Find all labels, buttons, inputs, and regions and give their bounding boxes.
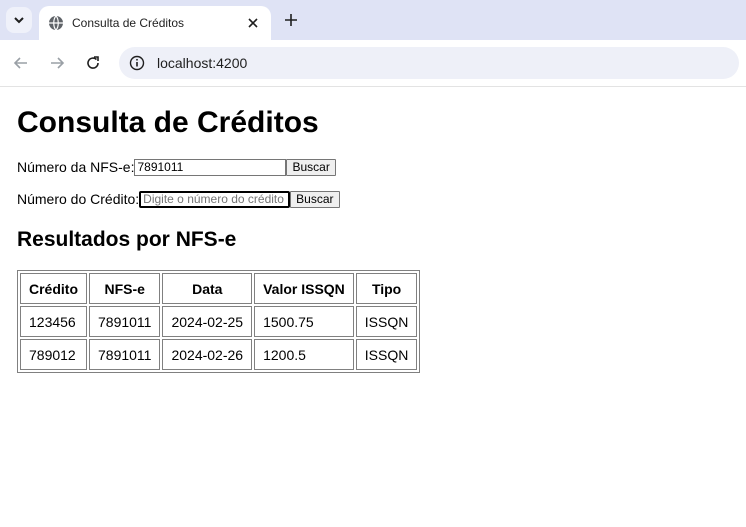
page-title: Consulta de Créditos — [17, 106, 319, 139]
browser-tab[interactable]: Consulta de Créditos — [39, 6, 271, 40]
results-table: Crédito NFS-e Data Valor ISSQN Tipo 1234… — [17, 270, 421, 373]
page-content: Consulta de Créditos Número da NFS-e: Bu… — [0, 106, 746, 373]
nfse-input[interactable] — [134, 158, 287, 176]
credito-search-row: Número do Crédito: Buscar — [17, 189, 729, 209]
plus-icon — [285, 14, 297, 26]
credito-search-button[interactable]: Buscar — [290, 190, 340, 208]
credito-input[interactable] — [139, 190, 291, 208]
chevron-down-icon — [14, 17, 24, 24]
tab-title: Consulta de Créditos — [72, 16, 185, 30]
address-bar[interactable]: localhost:4200 — [119, 47, 739, 79]
tab-strip: Consulta de Créditos — [0, 0, 746, 40]
header-credito: Crédito — [20, 273, 87, 304]
tab-search-button[interactable] — [6, 7, 32, 33]
forward-button[interactable] — [43, 49, 71, 77]
new-tab-button[interactable] — [281, 10, 301, 30]
nfse-search-row: Número da NFS-e: Buscar — [17, 157, 729, 177]
cell-credito: 123456 — [20, 306, 87, 337]
reload-icon — [87, 56, 99, 69]
back-button[interactable] — [7, 49, 35, 77]
cell-tipo: ISSQN — [355, 339, 418, 370]
credito-label: Número do Crédito: — [17, 191, 140, 207]
cell-nfse: 7891011 — [89, 306, 161, 337]
table-header-row: Crédito NFS-e Data Valor ISSQN Tipo — [20, 273, 418, 304]
results-title: Resultados por NFS-e — [17, 228, 237, 251]
cell-nfse: 7891011 — [89, 339, 161, 370]
nfse-search-button[interactable]: Buscar — [286, 158, 336, 176]
browser-toolbar: localhost:4200 — [0, 40, 746, 87]
header-tipo: Tipo — [355, 273, 418, 304]
table-row: 789012 7891011 2024-02-26 1200.5 ISSQN — [20, 339, 418, 370]
table-row: 123456 7891011 2024-02-25 1500.75 ISSQN — [20, 306, 418, 337]
header-nfse: NFS-e — [89, 273, 161, 304]
cell-valor-issqn: 1200.5 — [254, 339, 354, 370]
cell-valor-issqn: 1500.75 — [254, 306, 354, 337]
close-tab-icon[interactable] — [243, 13, 263, 33]
reload-button[interactable] — [79, 49, 107, 77]
cell-data: 2024-02-26 — [162, 339, 253, 370]
header-data: Data — [162, 273, 253, 304]
arrow-left-icon — [13, 57, 27, 69]
cell-tipo: ISSQN — [355, 306, 418, 337]
cell-data: 2024-02-25 — [162, 306, 253, 337]
arrow-right-icon — [51, 57, 65, 69]
header-valor-issqn: Valor ISSQN — [254, 273, 354, 304]
cell-credito: 789012 — [20, 339, 87, 370]
url-text: localhost:4200 — [157, 55, 248, 71]
nfse-label: Número da NFS-e: — [17, 159, 135, 175]
site-info-icon[interactable] — [125, 51, 149, 75]
globe-icon — [48, 15, 64, 31]
